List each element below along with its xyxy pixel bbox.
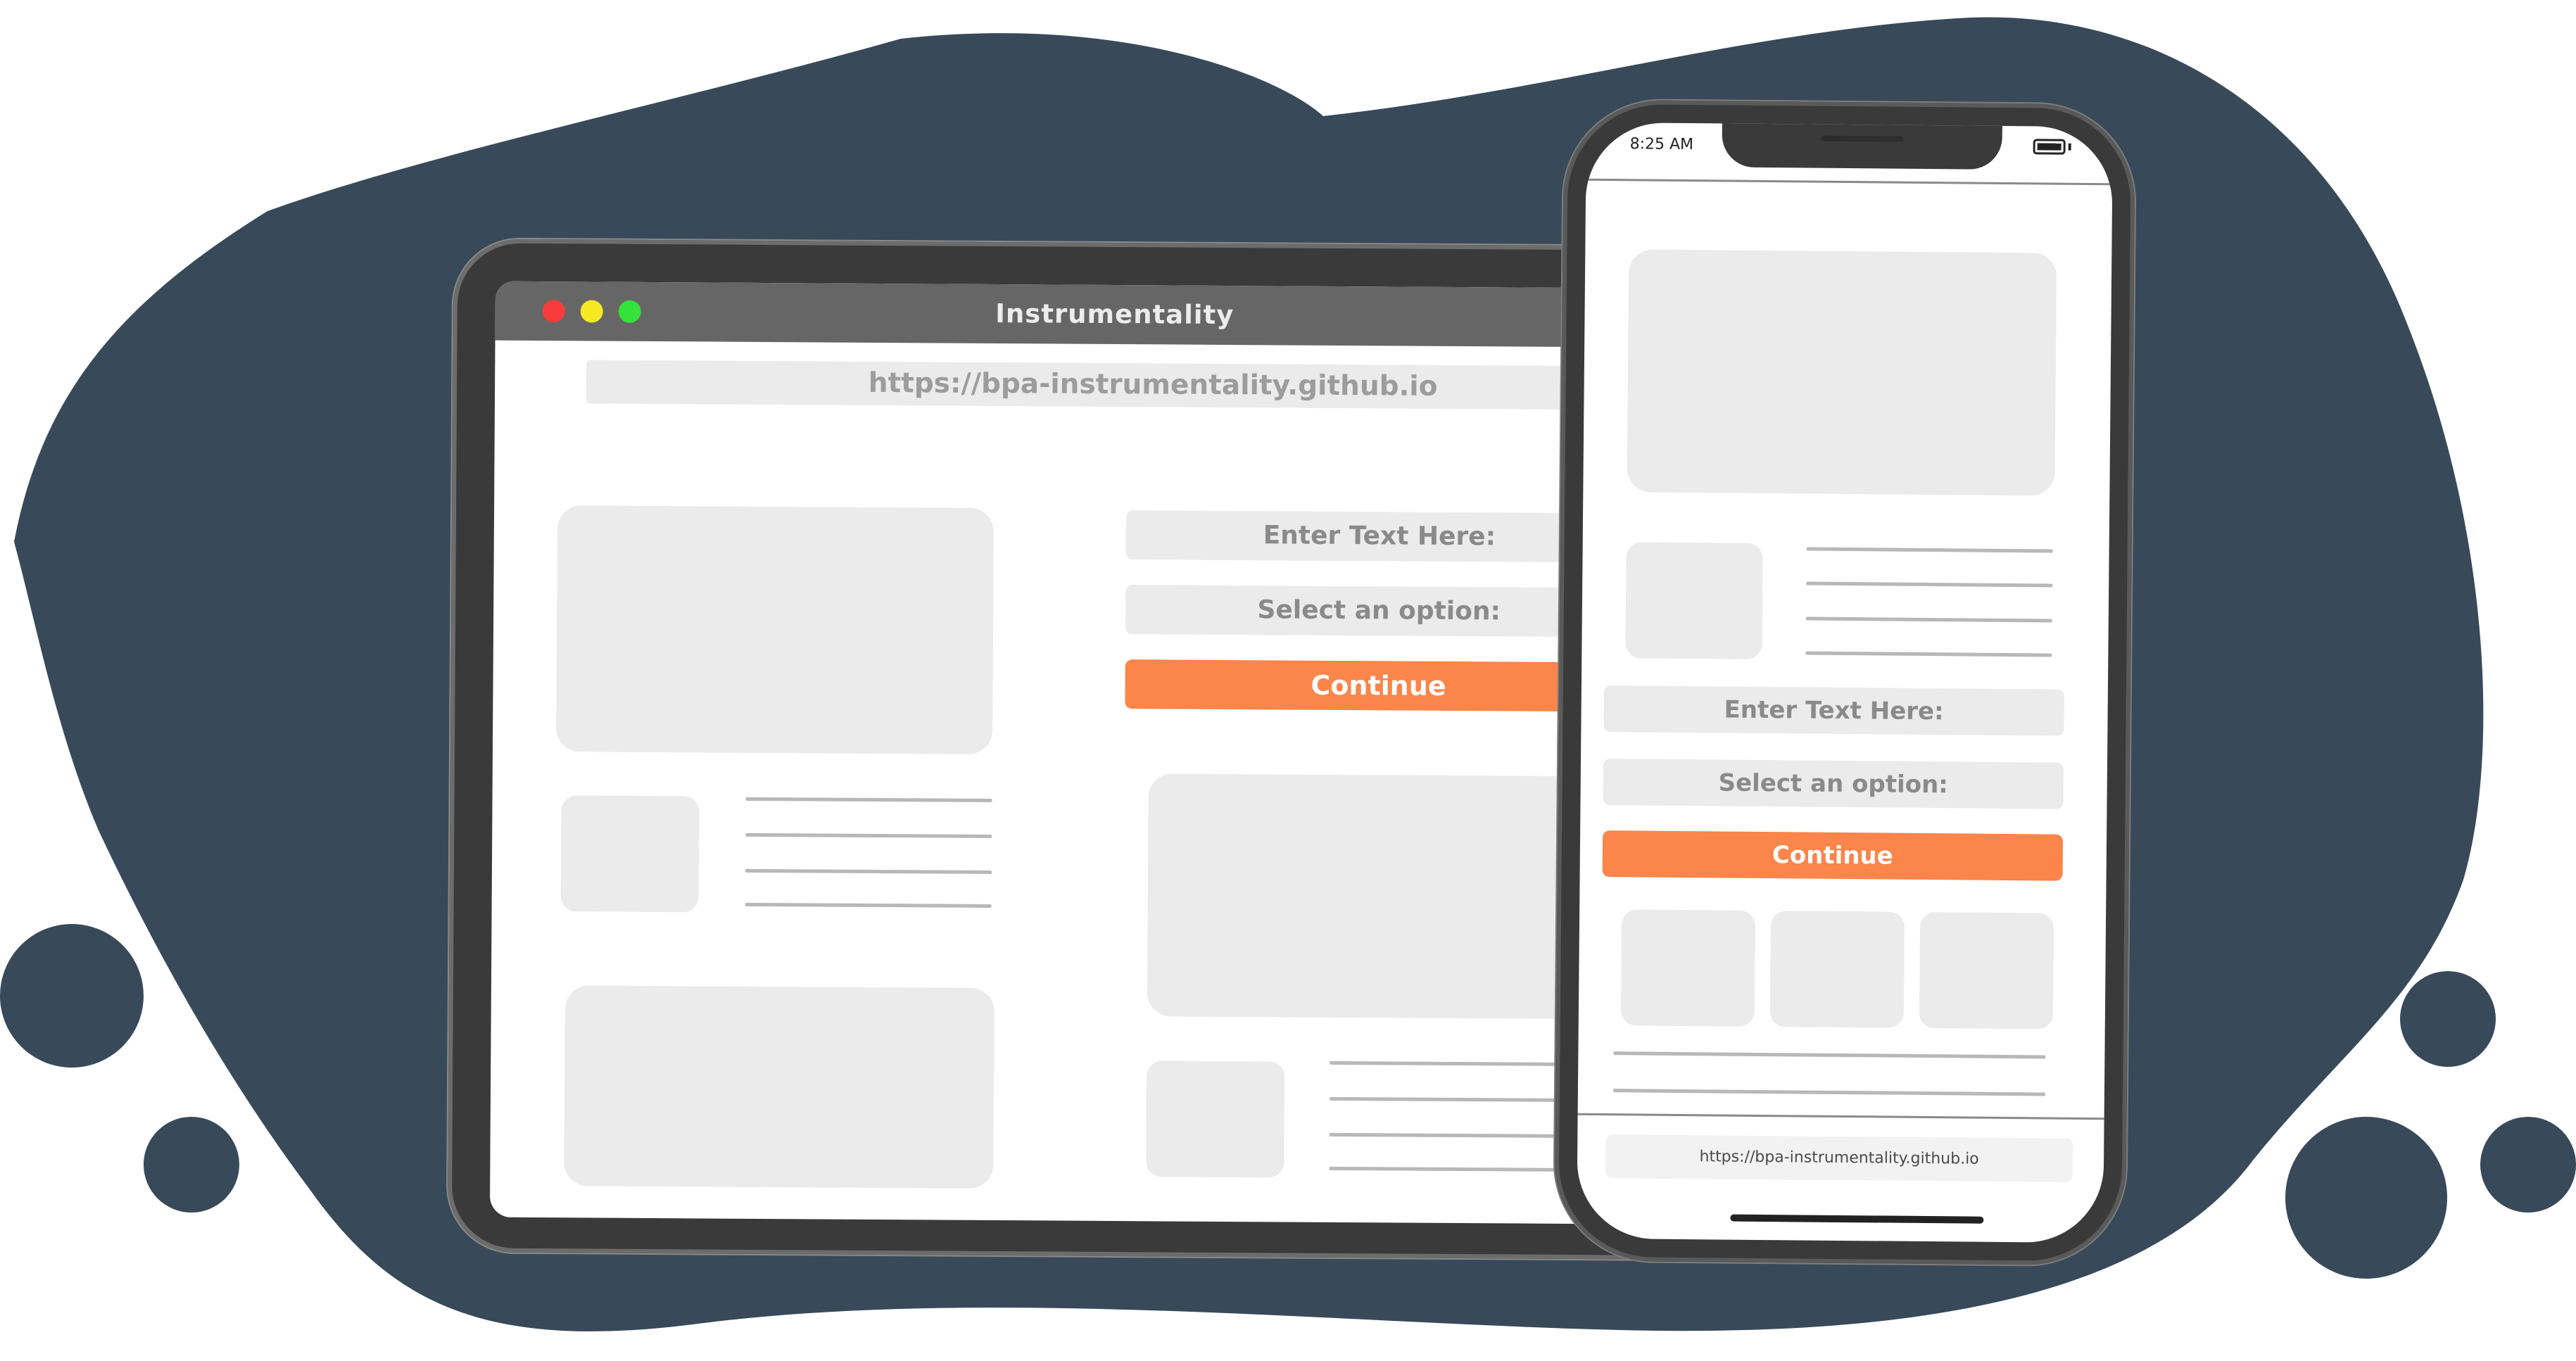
address-bar[interactable]: https://bpa-instrumentality.github.io [1605, 1134, 2073, 1182]
status-bar-time: 8:25 AM [1629, 135, 1694, 154]
tile-placeholder [1919, 911, 2054, 1030]
battery-level [2037, 143, 2062, 151]
text-line-placeholder [1612, 1089, 2045, 1096]
decor-circle-left-large [0, 924, 144, 1068]
text-line-placeholder [1805, 651, 2052, 657]
text-line-placeholder [1805, 616, 2052, 623]
decor-circle-right-top [2400, 971, 2496, 1067]
window-titlebar: Instrumentality [495, 281, 1735, 348]
battery-tip [2068, 143, 2071, 151]
thumbnail-placeholder [1146, 1061, 1285, 1178]
select-dropdown[interactable]: Select an option: [1125, 585, 1633, 638]
text-line-placeholder [745, 868, 992, 874]
tablet-screen: Instrumentality https://bpa-instrumental… [489, 281, 1735, 1225]
image-placeholder [555, 505, 995, 754]
phone-notch [1722, 122, 2002, 170]
thumbnail-placeholder [560, 795, 700, 913]
speaker-grille [1820, 135, 1904, 142]
text-input[interactable]: Enter Text Here: [1125, 510, 1634, 563]
decor-circle-right-large [2285, 1117, 2447, 1279]
thumbnail-placeholder [1625, 542, 1763, 659]
text-line-placeholder [745, 833, 992, 838]
text-input[interactable]: Enter Text Here: [1603, 685, 2064, 736]
address-bar[interactable]: https://bpa-instrumentality.github.io [586, 360, 1629, 410]
phone-device: 8:25 AM Enter Text Here: Select an optio… [1553, 99, 2136, 1266]
text-line-placeholder [1806, 581, 2053, 588]
text-line-placeholder [745, 902, 992, 908]
card-placeholder [564, 985, 995, 1189]
decor-circle-right-small [2480, 1117, 2576, 1213]
battery-icon [2033, 139, 2066, 155]
image-placeholder [1627, 249, 2057, 496]
select-dropdown[interactable]: Select an option: [1603, 759, 2064, 809]
text-line-placeholder [1806, 547, 2053, 553]
home-indicator[interactable] [1730, 1214, 1984, 1224]
continue-button[interactable]: Continue [1125, 659, 1632, 712]
footer-divider [1577, 1113, 2104, 1120]
text-line-placeholder [1613, 1051, 2046, 1059]
window-title: Instrumentality [995, 298, 1235, 331]
decor-circle-left-small [144, 1117, 239, 1213]
continue-button[interactable]: Continue [1602, 830, 2064, 881]
text-line-placeholder [745, 797, 992, 802]
header-divider [1586, 178, 2113, 186]
tile-placeholder [1620, 909, 1756, 1027]
tile-placeholder [1769, 911, 1905, 1028]
phone-screen: 8:25 AM Enter Text Here: Select an optio… [1577, 122, 2113, 1243]
